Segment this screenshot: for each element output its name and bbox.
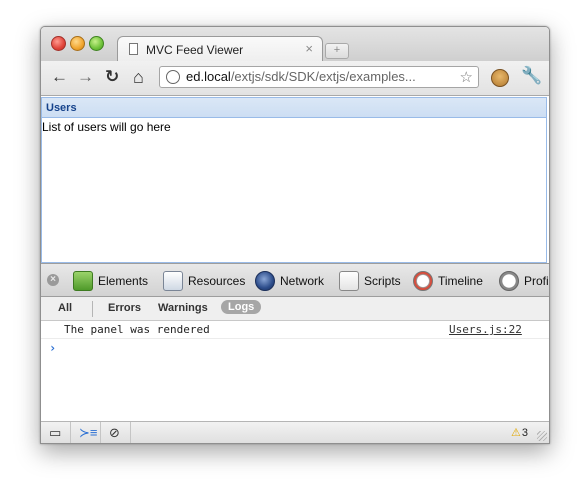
address-url: ed.local/extjs/sdk/SDK/extjs/examples... — [186, 69, 416, 84]
page-icon — [129, 43, 138, 55]
log-source-link[interactable]: Users.js:22 — [449, 323, 522, 336]
warning-counter[interactable]: ⚠3 — [511, 426, 528, 439]
browser-toolbar: ← → ↻ ⌂ ed.local/extjs/sdk/SDK/extjs/exa… — [41, 61, 549, 96]
log-message: The panel was rendered — [64, 323, 210, 336]
window-minimize-button[interactable] — [70, 36, 85, 51]
filter-logs[interactable]: Logs — [221, 300, 262, 314]
globe-icon — [166, 70, 180, 84]
tab-profiles[interactable]: Profi — [499, 269, 549, 293]
tab-timeline-label: Timeline — [438, 274, 483, 288]
warning-icon: ⚠ — [511, 427, 521, 439]
dock-toggle-button[interactable]: ▭ — [41, 422, 71, 443]
console-log-row: The panel was rendered Users.js:22 — [41, 321, 549, 339]
users-panel: Users List of users will go here — [41, 97, 547, 263]
tab-timeline[interactable]: Timeline — [413, 269, 483, 293]
back-icon[interactable]: ← — [51, 68, 68, 86]
devtools-status-bar: ▭ ≻≡ ⊘ ⚠3 — [41, 421, 549, 443]
tab-elements-label: Elements — [98, 274, 149, 288]
tab-scripts[interactable]: Scripts — [339, 269, 401, 293]
tab-elements[interactable]: Elements — [73, 269, 148, 293]
network-icon — [255, 271, 275, 291]
new-tab-button[interactable]: + — [325, 43, 349, 59]
console-output[interactable]: The panel was rendered Users.js:22 › — [41, 321, 549, 421]
tab-strip: MVC Feed Viewer × + — [41, 27, 549, 62]
resources-icon — [163, 271, 183, 291]
console-prompt[interactable]: › — [49, 341, 56, 355]
forward-icon[interactable]: → — [77, 68, 94, 86]
console-toggle-button[interactable]: ≻≡ — [71, 422, 101, 443]
address-bar[interactable]: ed.local/extjs/sdk/SDK/extjs/examples...… — [159, 66, 479, 88]
browser-tab[interactable]: MVC Feed Viewer × — [117, 36, 323, 62]
tab-profiles-label: Profi — [524, 274, 549, 288]
panel-body: List of users will go here — [42, 120, 171, 134]
tab-resources[interactable]: Resources — [163, 269, 245, 293]
url-host: ed.local — [186, 69, 231, 84]
clear-console-button[interactable]: ⊘ — [101, 422, 131, 443]
wrench-icon[interactable]: 🔧 — [521, 66, 542, 86]
url-path: /extjs/sdk/SDK/extjs/examples... — [230, 69, 416, 84]
tab-network-label: Network — [280, 274, 325, 288]
filter-warnings[interactable]: Warnings — [158, 302, 208, 314]
tab-close-icon[interactable]: × — [305, 41, 313, 56]
filter-errors[interactable]: Errors — [108, 302, 141, 314]
console-filter-bar: All Errors Warnings Logs — [41, 297, 549, 321]
tab-scripts-label: Scripts — [364, 274, 401, 288]
elements-icon — [73, 271, 93, 291]
home-icon[interactable]: ⌂ — [133, 68, 144, 86]
scripts-icon — [339, 271, 359, 291]
devtools-close-icon[interactable]: × — [47, 274, 59, 286]
console-icon: ≻≡ — [79, 425, 98, 440]
bookmark-star-icon[interactable]: ☆ — [460, 68, 473, 86]
extension-icon[interactable] — [491, 69, 509, 87]
window-maximize-button[interactable] — [89, 36, 104, 51]
reload-icon[interactable]: ↻ — [105, 68, 119, 86]
tab-network[interactable]: Network — [255, 269, 324, 293]
panel-title: Users — [46, 102, 77, 114]
window-close-button[interactable] — [51, 36, 66, 51]
filter-divider — [92, 301, 93, 317]
warning-count: 3 — [521, 427, 528, 439]
tab-title: MVC Feed Viewer — [146, 43, 244, 57]
timeline-icon — [413, 271, 433, 291]
browser-window: MVC Feed Viewer × + ← → ↻ ⌂ ed.local/ext… — [40, 26, 550, 444]
tab-resources-label: Resources — [188, 274, 246, 288]
filter-all[interactable]: All — [58, 302, 72, 314]
clear-icon: ⊘ — [109, 425, 120, 440]
dock-icon: ▭ — [49, 425, 62, 440]
devtools-toolbar: × Elements Resources Network Scripts Tim… — [41, 263, 549, 297]
resize-grip-icon[interactable] — [537, 431, 547, 441]
profiles-icon — [499, 271, 519, 291]
panel-header: Users — [42, 98, 546, 118]
